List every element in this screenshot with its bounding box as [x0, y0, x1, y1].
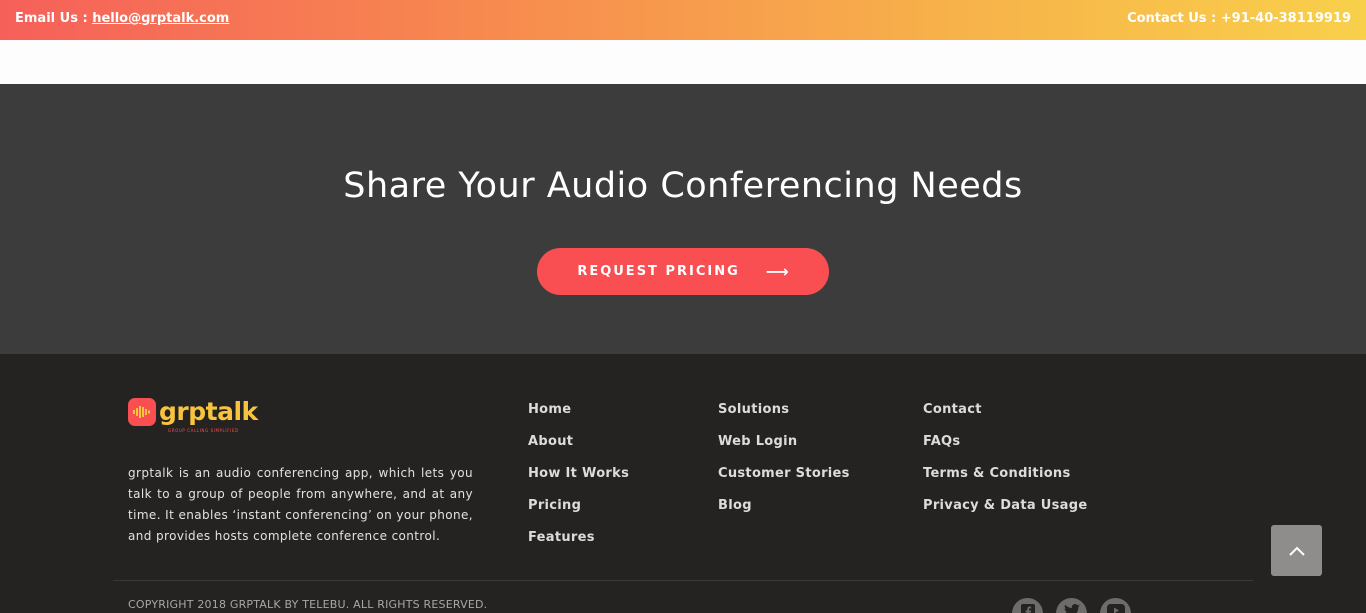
- footer-link-pricing[interactable]: Pricing: [528, 496, 629, 528]
- request-pricing-label: REQUEST PRICING: [577, 264, 740, 279]
- copyright-text: COPYRIGHT 2018 GRPTALK BY TELEBU. ALL RI…: [128, 598, 488, 611]
- footer-link-faqs[interactable]: FAQs: [923, 432, 1087, 464]
- footer-link-terms[interactable]: Terms & Conditions: [923, 464, 1087, 496]
- footer: grptalk GROUP CALLING SIMPLIFIED grptalk…: [0, 354, 1366, 613]
- facebook-icon[interactable]: [1012, 598, 1043, 613]
- footer-link-solutions[interactable]: Solutions: [718, 400, 850, 432]
- email-label: Email Us :: [15, 11, 93, 26]
- logo-tagline: GROUP CALLING SIMPLIFIED: [168, 428, 239, 433]
- footer-link-home[interactable]: Home: [528, 400, 629, 432]
- cta-heading: Share Your Audio Conferencing Needs: [343, 166, 1023, 206]
- logo[interactable]: grptalk GROUP CALLING SIMPLIFIED: [128, 397, 258, 433]
- footer-link-customer-stories[interactable]: Customer Stories: [718, 464, 850, 496]
- youtube-icon[interactable]: [1100, 598, 1131, 613]
- footer-links-col2: Solutions Web Login Customer Stories Blo…: [718, 400, 850, 528]
- footer-link-web-login[interactable]: Web Login: [718, 432, 850, 464]
- footer-links-col3: Contact FAQs Terms & Conditions Privacy …: [923, 400, 1087, 528]
- email-link[interactable]: hello@grptalk.com: [92, 11, 229, 26]
- chevron-up-icon: [1288, 546, 1305, 556]
- footer-link-how-it-works[interactable]: How It Works: [528, 464, 629, 496]
- header-strip: [0, 40, 1366, 84]
- footer-link-about[interactable]: About: [528, 432, 629, 464]
- arrow-right-icon: ⟶: [765, 262, 789, 281]
- request-pricing-button[interactable]: REQUEST PRICING ⟶: [537, 248, 829, 295]
- footer-link-blog[interactable]: Blog: [718, 496, 850, 528]
- footer-link-contact[interactable]: Contact: [923, 400, 1087, 432]
- footer-divider: [113, 580, 1253, 581]
- about-text: grptalk is an audio conferencing app, wh…: [128, 466, 473, 543]
- top-bar: Email Us : hello@grptalk.com Contact Us …: [0, 0, 1366, 40]
- cta-section: Share Your Audio Conferencing Needs REQU…: [0, 84, 1366, 354]
- footer-links-col1: Home About How It Works Pricing Features: [528, 400, 629, 560]
- contact-phone: Contact Us : +91-40-38119919: [1127, 11, 1351, 26]
- twitter-icon[interactable]: [1056, 598, 1087, 613]
- waveform-icon: [128, 398, 156, 426]
- footer-link-privacy[interactable]: Privacy & Data Usage: [923, 496, 1087, 528]
- email-info: Email Us : hello@grptalk.com: [15, 11, 229, 26]
- footer-link-features[interactable]: Features: [528, 528, 629, 560]
- scroll-to-top-button[interactable]: [1271, 525, 1322, 576]
- logo-wordmark: grptalk: [159, 397, 258, 426]
